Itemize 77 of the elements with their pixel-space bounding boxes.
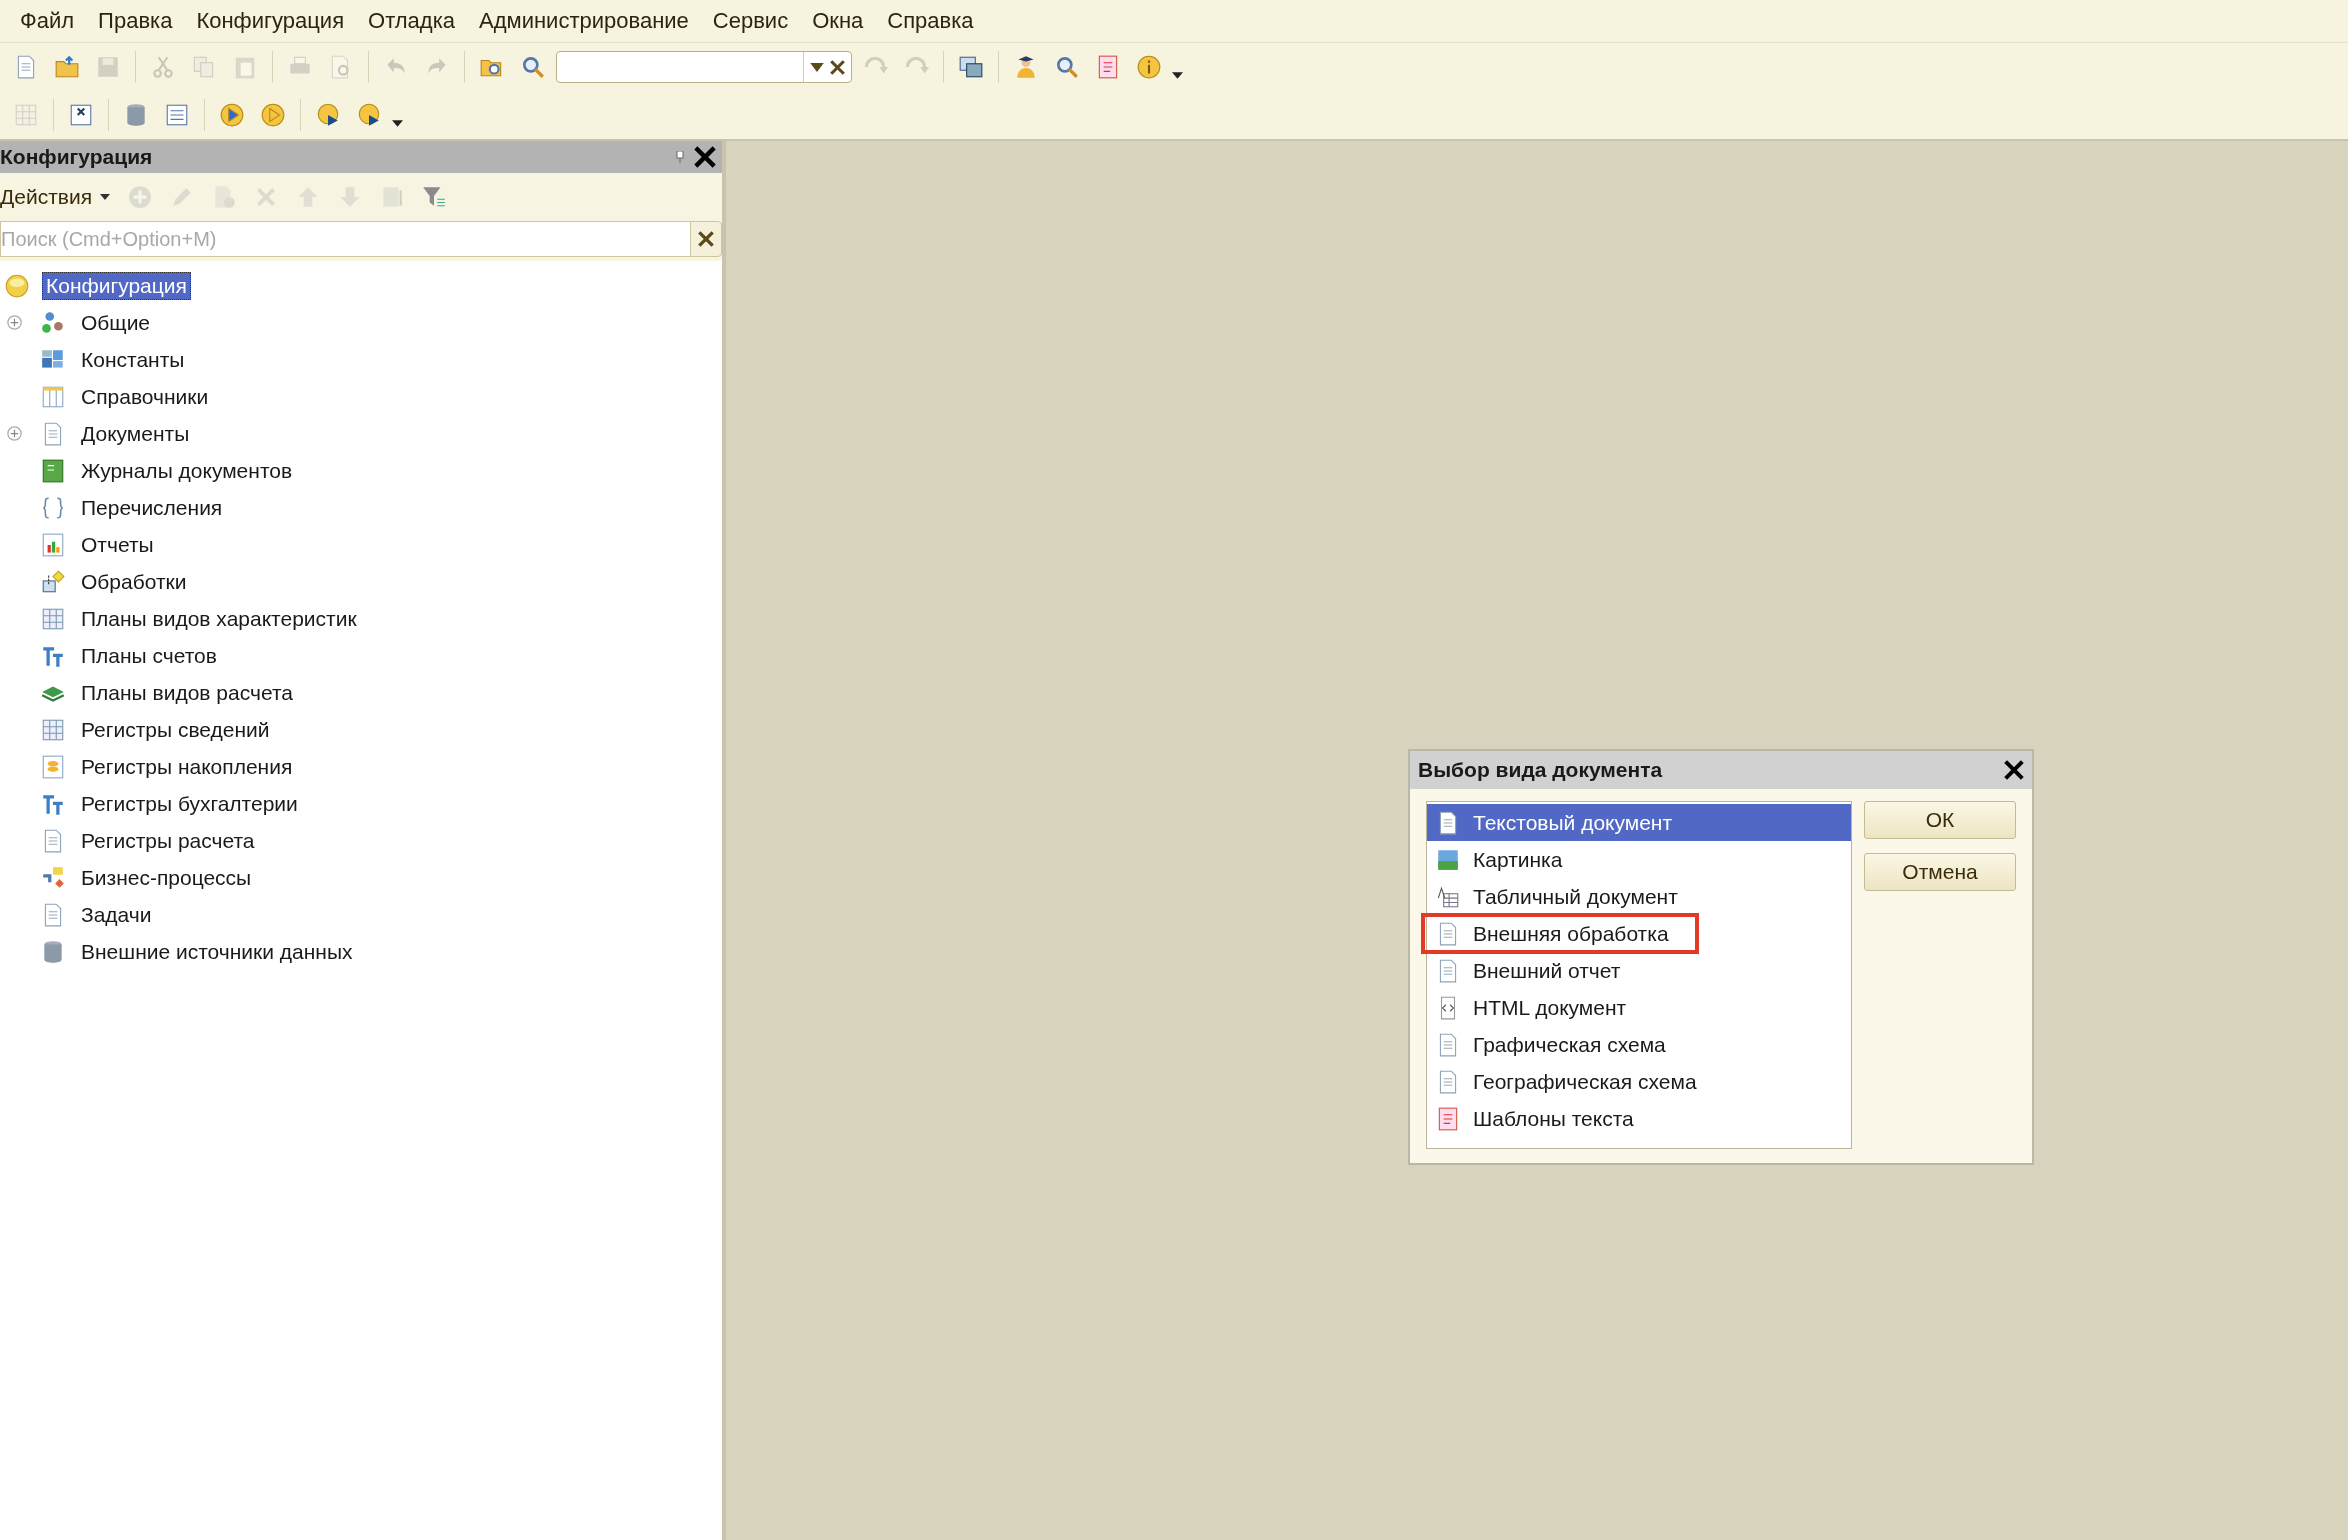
- menu-item[interactable]: Правка: [86, 8, 185, 34]
- list-item[interactable]: HTML документ: [1427, 989, 1851, 1026]
- tree-item[interactable]: Константы: [78, 346, 188, 373]
- tree-item[interactable]: Бизнес-процессы: [78, 864, 255, 891]
- play-icon: [219, 102, 245, 128]
- menu-item[interactable]: Сервис: [700, 8, 801, 34]
- close-icon[interactable]: [2004, 760, 2024, 780]
- close-icon[interactable]: [694, 146, 716, 168]
- coins-icon: [40, 753, 66, 780]
- folder-icon: [54, 54, 80, 80]
- disc-play-icon: [356, 102, 382, 128]
- info-icon: [1136, 54, 1162, 80]
- list-item[interactable]: Картинка: [1427, 841, 1851, 878]
- expand-icon[interactable]: [6, 426, 22, 441]
- play-outline-icon: [260, 102, 286, 128]
- disc-play-icon: [315, 102, 341, 128]
- expand-icon[interactable]: [6, 315, 22, 330]
- sphere-icon: [4, 272, 30, 299]
- list-item[interactable]: Шаблоны текста: [1427, 1100, 1851, 1137]
- caret-icon[interactable]: [392, 119, 403, 127]
- tree-item[interactable]: Отчеты: [78, 531, 157, 558]
- pin-icon[interactable]: [676, 151, 684, 163]
- clear-button[interactable]: [690, 221, 722, 257]
- plus-circle-icon: [127, 184, 153, 210]
- grid-icon: [13, 102, 39, 128]
- dialog-button[interactable]: Отмена: [1864, 853, 2016, 891]
- menu-item[interactable]: Файл: [8, 8, 87, 34]
- tree-item[interactable]: Регистры сведений: [78, 716, 273, 743]
- actions-menu-button[interactable]: Действия: [0, 185, 116, 209]
- tree-item[interactable]: Регистры расчета: [78, 827, 258, 854]
- list-item[interactable]: Текстовый документ: [1427, 804, 1851, 841]
- tree-item[interactable]: Планы видов расчета: [78, 679, 296, 706]
- flowchart-icon: [40, 864, 66, 891]
- search-combo-field[interactable]: [556, 51, 852, 83]
- caret-icon: [100, 194, 110, 200]
- menu-item[interactable]: Отладка: [356, 8, 468, 34]
- list-item[interactable]: Географическая схема: [1427, 1063, 1851, 1100]
- tree-item[interactable]: Планы видов характеристик: [78, 605, 360, 632]
- tree-item[interactable]: Справочники: [78, 383, 212, 410]
- tree-item[interactable]: Обработки: [78, 568, 190, 595]
- list-item[interactable]: Внешняя обработка: [1427, 915, 1851, 952]
- menu-item[interactable]: Конфигурация: [184, 8, 357, 34]
- menu-item[interactable]: Окна: [800, 8, 876, 34]
- tree-item[interactable]: Регистры накопления: [78, 753, 296, 780]
- tree-item[interactable]: Регистры бухгалтерии: [78, 790, 301, 817]
- table-icon: [1435, 883, 1461, 910]
- dialog-button[interactable]: ОК: [1864, 801, 2016, 839]
- windows-icon: [958, 54, 984, 80]
- tree-item[interactable]: Журналы документов: [78, 457, 296, 484]
- list-window-icon: [164, 102, 190, 128]
- chart-icon: [40, 531, 66, 558]
- list-item[interactable]: Табличный документ: [1427, 878, 1851, 915]
- close-icon: [698, 231, 714, 247]
- search-field[interactable]: Поиск (Cmd+Option+M): [0, 221, 690, 257]
- search-icon: [520, 54, 546, 80]
- dialog-title: Выбор вида документа: [1418, 758, 1664, 782]
- panel-title: Конфигурация: [0, 145, 154, 169]
- tree-item[interactable]: Документы: [78, 420, 193, 447]
- book-icon: [40, 457, 66, 484]
- circles-icon: [40, 309, 66, 336]
- window-close-icon: [68, 102, 94, 128]
- list-item[interactable]: Графическая схема: [1427, 1026, 1851, 1063]
- dropdown-arrow-icon[interactable]: [810, 62, 824, 72]
- tree-item[interactable]: Перечисления: [78, 494, 226, 521]
- tree-item[interactable]: Конфигурация: [42, 271, 191, 300]
- magnifier-icon: [1054, 54, 1080, 80]
- tree-item[interactable]: Планы счетов: [78, 642, 220, 669]
- scissors-icon: [150, 54, 176, 80]
- close-icon[interactable]: [830, 59, 845, 75]
- tree-item[interactable]: Внешние источники данных: [78, 938, 356, 965]
- list-item[interactable]: Внешний отчет: [1427, 952, 1851, 989]
- caret-icon[interactable]: [1172, 71, 1183, 79]
- menu-item[interactable]: Справка: [875, 8, 986, 34]
- braces-icon: [40, 494, 66, 521]
- tree-item[interactable]: Общие: [78, 309, 154, 336]
- tree-item[interactable]: Задачи: [78, 901, 155, 928]
- menu-item[interactable]: Администрирование: [467, 8, 701, 34]
